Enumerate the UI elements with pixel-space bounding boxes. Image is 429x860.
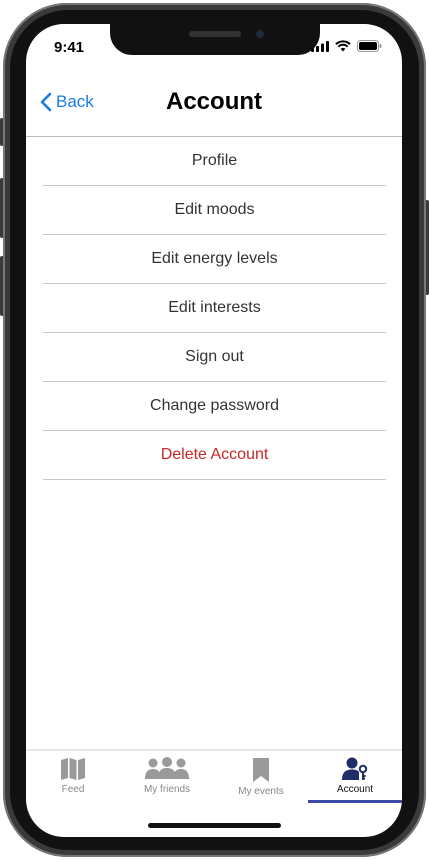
home-indicator[interactable] [148,823,281,828]
menu-item-sign-out[interactable]: Sign out [43,333,386,382]
menu-item-change-password[interactable]: Change password [43,382,386,431]
wifi-icon [335,40,351,52]
tab-bar: Feed My friends My events Account [26,749,402,803]
user-key-icon [342,757,368,780]
bookmark-icon [253,758,269,782]
battery-icon [357,40,382,52]
menu-item-edit-interests[interactable]: Edit interests [43,284,386,333]
menu-item-delete-account[interactable]: Delete Account [43,431,386,480]
tab-my-events[interactable]: My events [214,751,308,803]
account-menu: Profile Edit moods Edit energy levels Ed… [43,137,386,480]
tab-account[interactable]: Account [308,751,402,803]
signal-icon [311,40,329,52]
map-icon [61,758,85,780]
people-icon [145,757,189,779]
tab-my-friends-label: My friends [143,784,191,795]
tab-feed-label: Feed [61,784,85,795]
notch [110,24,320,55]
menu-item-edit-energy-levels[interactable]: Edit energy levels [43,235,386,284]
tab-account-label: Account [336,784,374,795]
back-button[interactable]: Back [40,92,94,112]
phone-screen: 9:41 Back Account Profile Edit moods Edi… [26,24,402,837]
tab-my-friends[interactable]: My friends [120,751,214,803]
navigation-bar: Back Account [26,74,402,137]
status-icons [311,40,382,52]
back-label: Back [56,92,94,111]
front-camera [256,30,264,38]
tab-feed[interactable]: Feed [26,751,120,803]
menu-item-edit-moods[interactable]: Edit moods [43,186,386,235]
status-time: 9:41 [54,39,85,56]
chevron-left-icon [40,92,52,112]
tab-my-events-label: My events [238,786,284,797]
menu-item-profile[interactable]: Profile [43,137,386,186]
speaker [189,31,241,37]
